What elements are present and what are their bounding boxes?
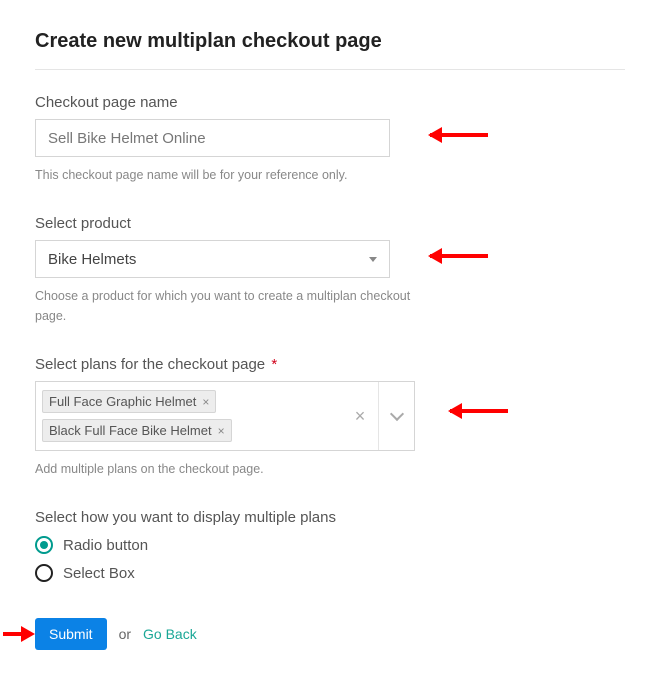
caret-down-icon [369,257,377,262]
checkout-name-label: Checkout page name [35,94,625,111]
required-asterisk: * [271,356,277,373]
product-label: Select product [35,215,625,232]
radio-option-radio-button[interactable]: Radio button [35,536,625,554]
plans-label: Select plans for the checkout page * [35,356,625,373]
field-select-plans: Select plans for the checkout page * Ful… [35,356,625,479]
remove-tag-icon[interactable]: × [218,425,225,437]
page-title: Create new multiplan checkout page [35,30,625,53]
plan-tag: Black Full Face Bike Helmet × [42,419,232,442]
expand-toggle[interactable] [378,382,414,450]
radio-label-text: Radio button [63,537,148,554]
radio-icon [35,564,53,582]
radio-option-select-box[interactable]: Select Box [35,564,625,582]
radio-label-text: Select Box [63,565,135,582]
go-back-link[interactable]: Go Back [143,626,197,642]
field-select-product: Select product Bike Helmets Choose a pro… [35,215,625,326]
product-helper: Choose a product for which you want to c… [35,286,435,326]
product-select[interactable]: Bike Helmets [35,240,390,278]
radio-dot-icon [40,541,48,549]
divider [35,69,625,70]
callout-arrow-icon [430,249,500,263]
plans-helper: Add multiple plans on the checkout page. [35,459,435,479]
plans-multiselect[interactable]: Full Face Graphic Helmet × Black Full Fa… [35,381,415,451]
plans-label-text: Select plans for the checkout page [35,356,265,373]
field-checkout-name: Checkout page name This checkout page na… [35,94,625,185]
callout-arrow-icon [3,627,33,641]
display-label: Select how you want to display multiple … [35,509,625,526]
remove-tag-icon[interactable]: × [202,396,209,408]
or-separator: or [119,626,131,642]
field-display-style: Select how you want to display multiple … [35,509,625,582]
plan-tag: Full Face Graphic Helmet × [42,390,216,413]
form-actions: Submit or Go Back [35,618,625,650]
callout-arrow-icon [430,128,500,142]
checkout-name-helper: This checkout page name will be for your… [35,165,435,185]
checkout-name-input[interactable] [35,119,390,157]
radio-icon [35,536,53,554]
plan-tag-label: Full Face Graphic Helmet [49,394,196,409]
callout-arrow-icon [450,404,520,418]
clear-all-icon[interactable]: × [342,382,378,450]
chevron-down-icon [389,407,403,421]
plan-tag-label: Black Full Face Bike Helmet [49,423,212,438]
product-selected-value: Bike Helmets [48,251,136,268]
plans-tags-container: Full Face Graphic Helmet × Black Full Fa… [36,382,342,450]
submit-button[interactable]: Submit [35,618,107,650]
